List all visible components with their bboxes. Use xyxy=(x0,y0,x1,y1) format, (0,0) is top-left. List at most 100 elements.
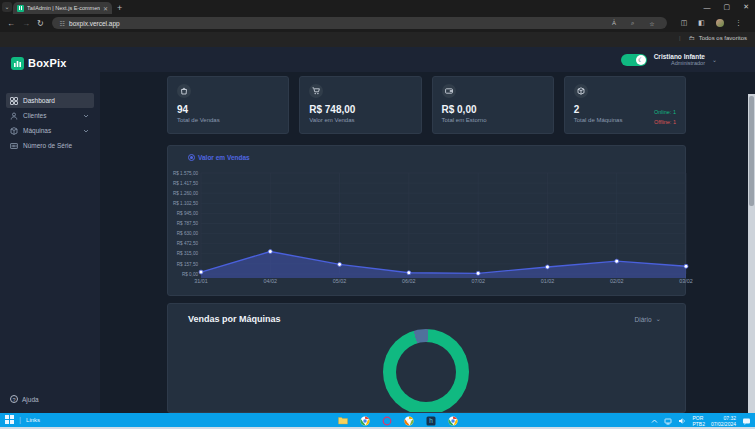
chrome3-icon[interactable] xyxy=(448,416,458,426)
donut-hole xyxy=(396,342,456,402)
main-area: ☾ Cristiano Infante Administrador ⌄ 94 T… xyxy=(100,47,755,413)
tab-title: TailAdmin | Next.js E-commerce xyxy=(27,5,100,11)
stat-value: R$ 748,00 xyxy=(309,104,411,115)
svg-text:05/02: 05/02 xyxy=(333,278,347,284)
scrollbar-thumb[interactable] xyxy=(749,96,754,206)
sidebar: BoxPix Dashboard Clientes Máquinas xyxy=(0,47,100,413)
notification-icon[interactable] xyxy=(742,417,751,426)
svg-text:R$ 630,00: R$ 630,00 xyxy=(177,231,199,236)
sidebar-item-clientes[interactable]: Clientes xyxy=(6,108,94,123)
dashboard-content: 94 Total de Vendas R$ 748,00 Valor em Ve… xyxy=(167,76,686,413)
svg-text:02/02: 02/02 xyxy=(610,278,624,284)
svg-text:31/01: 31/01 xyxy=(194,278,208,284)
svg-text:R$ 315,00: R$ 315,00 xyxy=(177,251,199,256)
site-info-icon[interactable]: ☷ xyxy=(60,20,65,27)
app-logo-text: BoxPix xyxy=(28,57,67,69)
chrome-icon[interactable] xyxy=(360,416,370,426)
svg-text:R$ 945,00: R$ 945,00 xyxy=(177,211,199,216)
dark-mode-toggle[interactable]: ☾ xyxy=(621,54,647,66)
tab-actions-button[interactable]: ⌄ xyxy=(2,2,12,12)
svg-text:h: h xyxy=(429,417,433,424)
serial-icon xyxy=(10,142,18,150)
chrome2-icon[interactable] xyxy=(404,416,414,426)
chart-legend[interactable]: Valor em Vendas xyxy=(188,154,250,161)
sidebar-item-dashboard[interactable]: Dashboard xyxy=(6,93,94,108)
new-tab-button[interactable]: + xyxy=(117,3,122,13)
legend-dot-icon xyxy=(188,154,195,161)
page-viewport: BoxPix Dashboard Clientes Máquinas xyxy=(0,47,755,413)
svg-text:R$ 1.102,50: R$ 1.102,50 xyxy=(173,201,198,206)
app-logo[interactable]: BoxPix xyxy=(0,47,100,72)
sidebar-item-numero-serie[interactable]: Número de Série xyxy=(6,138,94,153)
tab-close-icon[interactable]: ✕ xyxy=(103,5,108,12)
browser-menu-icon[interactable]: ⋮ xyxy=(735,19,742,27)
box-icon xyxy=(574,84,588,98)
bag-icon xyxy=(177,84,191,98)
language-indicator[interactable]: POR PTB2 xyxy=(692,415,705,427)
boxpix-logo-icon xyxy=(11,57,24,70)
stat-card-total-estorno: R$ 0,00 Total em Estorno xyxy=(432,76,554,134)
user-chevron-icon[interactable]: ⌄ xyxy=(712,56,717,63)
wallet-icon xyxy=(442,84,456,98)
svg-text:R$ 472,50: R$ 472,50 xyxy=(177,241,199,246)
stat-label: Valor em Vendas xyxy=(309,117,411,123)
stat-card-total-vendas: 94 Total de Vendas xyxy=(167,76,289,134)
read-aloud-icon[interactable]: A̓ xyxy=(612,20,616,27)
clock[interactable]: 07:32 07/02/2024 xyxy=(711,415,736,428)
svg-text:R$ 787,50: R$ 787,50 xyxy=(177,221,199,226)
cart-icon xyxy=(309,84,323,98)
window-close-button[interactable]: ✕ xyxy=(743,3,749,11)
chevron-down-icon: ⌄ xyxy=(656,315,661,323)
favorites-bar: | 🗀 Todos os favoritos xyxy=(0,32,755,47)
tab-favicon-icon xyxy=(17,5,24,12)
stat-value: R$ 0,00 xyxy=(442,104,544,115)
address-bar: ← → ↻ ☷ boxpix.vercel.app A̓ ⌕ ☆ ◫ ◧ ⋮ xyxy=(0,14,755,32)
page-scrollbar[interactable] xyxy=(748,94,755,429)
svg-text:R$ 157,50: R$ 157,50 xyxy=(177,262,199,267)
svg-text:04/02: 04/02 xyxy=(264,278,278,284)
grid-icon xyxy=(10,97,18,105)
extensions-icon[interactable]: ◫ xyxy=(681,19,688,27)
refresh-button[interactable]: ↻ xyxy=(37,19,44,28)
tray-expand-icon[interactable] xyxy=(651,418,658,425)
browser-tab[interactable]: TailAdmin | Next.js E-commerce ✕ xyxy=(13,2,112,14)
stat-card-total-maquinas: 2 Total de Máquinas Online: 1 Offline: 1 xyxy=(564,76,686,134)
forward-button[interactable]: → xyxy=(22,19,30,28)
explorer-icon[interactable] xyxy=(338,416,348,425)
vendas-maquinas-card: Vendas por Máquinas Diário ⌄ xyxy=(167,303,686,413)
links-toolbar[interactable]: Links xyxy=(26,417,40,423)
period-filter-dropdown[interactable]: Diário ⌄ xyxy=(635,315,661,323)
start-button[interactable] xyxy=(5,415,14,424)
favorite-star-icon[interactable]: ☆ xyxy=(649,20,654,27)
browser-profile-avatar[interactable] xyxy=(716,19,724,27)
sidebar-menu: Dashboard Clientes Máquinas Número de Sé… xyxy=(0,93,100,153)
volume-icon[interactable] xyxy=(678,417,686,425)
sales-chart-card: Valor em Vendas R$ 0,00R$ 157,50R$ 315,0… xyxy=(167,145,686,296)
ring-icon[interactable] xyxy=(382,416,392,426)
chevron-down-icon xyxy=(83,113,89,119)
split-screen-icon[interactable]: ◧ xyxy=(698,19,705,27)
tab-strip: ⌄ TailAdmin | Next.js E-commerce ✕ + — ▢… xyxy=(0,0,755,14)
back-button[interactable]: ← xyxy=(7,19,15,28)
stat-card-valor-vendas: R$ 748,00 Valor em Vendas xyxy=(299,76,421,134)
window-maximize-button[interactable]: ▢ xyxy=(724,3,731,11)
all-favorites-button[interactable]: | 🗀 Todos os favoritos xyxy=(679,35,747,41)
svg-text:07/02: 07/02 xyxy=(471,278,485,284)
window-minimize-button[interactable]: — xyxy=(704,4,711,11)
n-app-icon[interactable]: h xyxy=(426,416,436,426)
sidebar-item-maquinas[interactable]: Máquinas xyxy=(6,123,94,138)
stat-label: Total em Estorno xyxy=(442,117,544,123)
browser-window: ⌄ TailAdmin | Next.js E-commerce ✕ + — ▢… xyxy=(0,0,755,429)
user-info[interactable]: Cristiano Infante Administrador xyxy=(654,53,705,66)
sidebar-item-ajuda[interactable]: ? Ajuda xyxy=(10,395,39,403)
svg-text:R$ 1.417,50: R$ 1.417,50 xyxy=(173,181,198,186)
search-icon[interactable]: ⌕ xyxy=(631,20,634,27)
svg-text:R$ 1.575,00: R$ 1.575,00 xyxy=(173,171,198,176)
svg-text:06/02: 06/02 xyxy=(402,278,416,284)
user-role: Administrador xyxy=(654,60,705,66)
stat-value: 94 xyxy=(177,104,279,115)
chevron-down-icon xyxy=(83,128,89,134)
url-input[interactable]: ☷ boxpix.vercel.app A̓ ⌕ ☆ xyxy=(52,17,667,29)
network-icon[interactable] xyxy=(664,418,672,425)
stat-cards-row: 94 Total de Vendas R$ 748,00 Valor em Ve… xyxy=(167,76,686,134)
